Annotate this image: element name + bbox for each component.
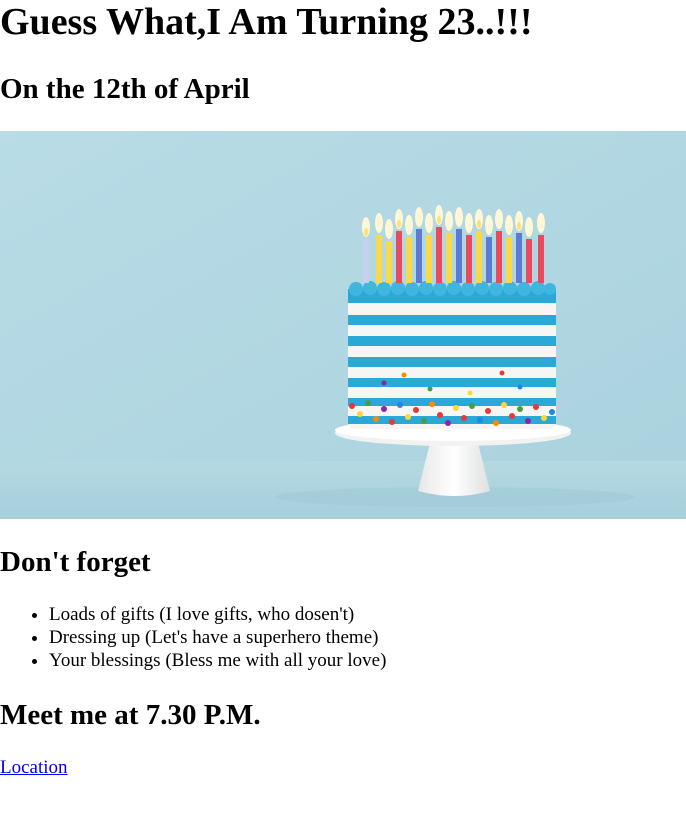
list-item: Your blessings (Bless me with all your l… (49, 649, 386, 672)
page-title: Guess What,I Am Turning 23..!!! (0, 1, 533, 43)
date-heading: On the 12th of April (0, 73, 250, 105)
reminders-list: Loads of gifts (I love gifts, who dosen'… (0, 603, 386, 672)
birthday-cake-image (0, 131, 686, 519)
list-item: Dressing up (Let's have a superhero them… (49, 626, 386, 649)
meet-time-heading: Meet me at 7.30 P.M. (0, 699, 261, 731)
list-item: Loads of gifts (I love gifts, who dosen'… (49, 603, 386, 626)
reminders-heading: Don't forget (0, 546, 151, 578)
location-link[interactable]: Location (0, 756, 68, 779)
